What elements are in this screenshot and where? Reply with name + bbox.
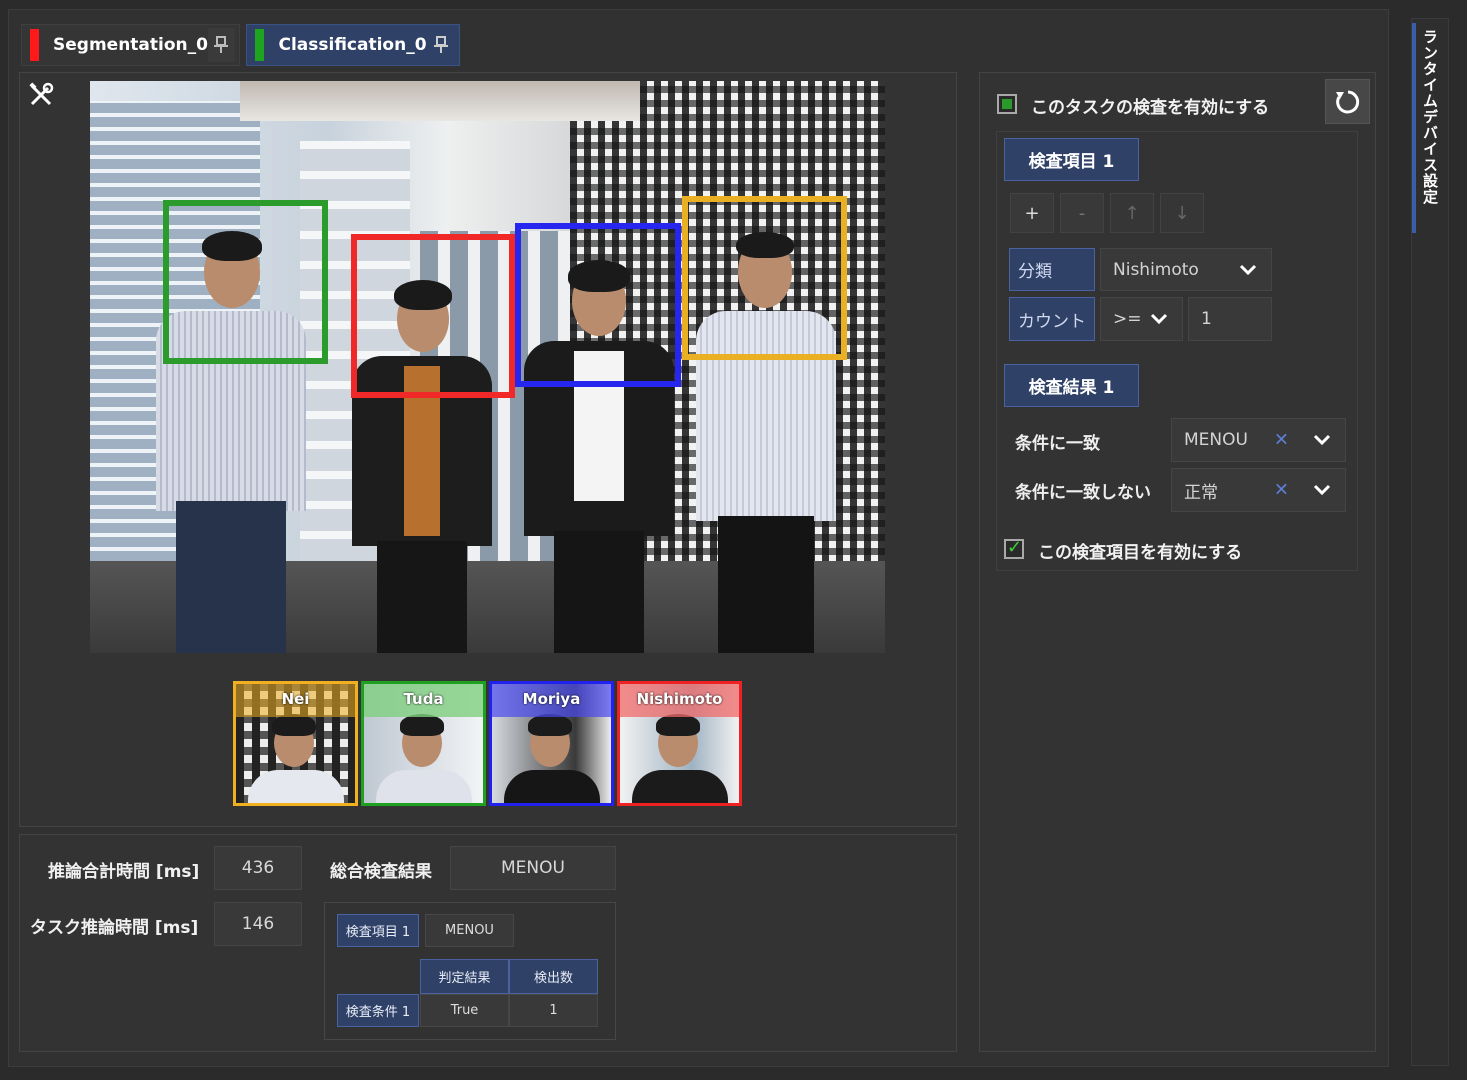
nomatch-result-select[interactable]: 正常 ✕ [1171, 468, 1346, 512]
move-up-button[interactable]: ↑ [1110, 193, 1154, 233]
total-time-label: 推論合計時間 [ms] [48, 862, 200, 882]
tab-color-marker [255, 29, 265, 61]
chevron-down-icon [1239, 264, 1257, 275]
thumbnail-label: Nishimoto [636, 690, 723, 708]
thumbnail-label: Tuda [403, 690, 444, 708]
chevron-down-icon [1313, 434, 1331, 446]
condition-count: 1 [509, 994, 598, 1027]
ceiling [240, 81, 640, 121]
result-item-label: 検査項目 1 [337, 914, 419, 947]
match-label: 条件に一致 [1015, 434, 1100, 454]
chevron-down-icon [1150, 313, 1168, 325]
tab-segmentation[interactable]: Segmentation_0 [21, 24, 240, 66]
condition-label: 検査条件 1 [337, 994, 419, 1027]
pin-icon[interactable] [426, 28, 455, 62]
detection-box[interactable] [682, 196, 847, 360]
reset-icon [1335, 90, 1359, 113]
thumbnail-moriya[interactable]: Moriya [489, 681, 614, 806]
inspection-photo[interactable] [90, 81, 885, 653]
tools-icon[interactable] [28, 82, 54, 108]
nomatch-result-value: 正常 [1184, 482, 1218, 503]
reset-button[interactable] [1325, 79, 1370, 124]
total-time-value: 436 [214, 846, 302, 890]
class-select-value: Nishimoto [1113, 259, 1199, 280]
chevron-down-icon [1313, 484, 1331, 496]
tab-accent [1412, 23, 1416, 233]
remove-button[interactable]: - [1060, 193, 1104, 233]
runtime-device-settings-tab[interactable]: ランタイムデバイス設定 [1411, 18, 1449, 1066]
thumbnail-label: Moriya [522, 690, 581, 708]
enable-task-label: このタスクの検査を有効にする [1031, 98, 1270, 118]
nomatch-label: 条件に一致しない [1015, 483, 1151, 503]
thumbnail-nishimoto[interactable]: Nishimoto [617, 681, 742, 806]
count-value-input[interactable]: 1 [1188, 297, 1272, 341]
condition-result: True [420, 994, 509, 1027]
detection-box[interactable] [515, 223, 681, 387]
overall-result-value: MENOU [450, 846, 616, 890]
clear-icon[interactable]: ✕ [1274, 480, 1289, 501]
enable-item-label: この検査項目を有効にする [1038, 543, 1243, 563]
tab-label: Classification_0 [278, 35, 427, 55]
count-operator-value: >= [1113, 309, 1142, 329]
enable-item-checkbox[interactable]: ✓ [1004, 537, 1024, 559]
add-button[interactable]: + [1010, 193, 1054, 233]
enable-task-checkbox[interactable] [997, 94, 1017, 114]
side-tab-label: ランタイムデバイス設定 [1421, 29, 1439, 205]
clear-icon[interactable]: ✕ [1274, 430, 1289, 451]
tab-classification[interactable]: Classification_0 [246, 24, 460, 66]
thumbnail-nei[interactable]: Nei [233, 681, 358, 806]
thumbnail-label: Nei [281, 690, 310, 708]
count-operator-select[interactable]: >= [1100, 297, 1183, 341]
detection-box[interactable] [351, 234, 515, 398]
task-time-label: タスク推論時間 [ms] [30, 918, 199, 938]
task-time-value: 146 [214, 902, 302, 946]
count-field-label: カウント [1009, 297, 1095, 341]
col-count-header: 検出数 [509, 959, 598, 994]
move-down-button[interactable]: ↓ [1160, 193, 1204, 233]
col-judgement-header: 判定結果 [420, 959, 509, 994]
class-field-label: 分類 [1009, 248, 1095, 291]
overall-result-label: 総合検査結果 [330, 862, 432, 882]
inspection-item-header[interactable]: 検査項目 1 [1004, 138, 1139, 181]
inspection-result-header[interactable]: 検査結果 1 [1004, 364, 1139, 407]
match-result-select[interactable]: MENOU ✕ [1171, 418, 1346, 462]
class-select[interactable]: Nishimoto [1100, 248, 1272, 291]
detection-box[interactable] [163, 200, 328, 364]
tab-color-marker [30, 29, 40, 61]
result-item-value: MENOU [425, 914, 514, 947]
pin-icon[interactable] [207, 28, 235, 62]
match-result-value: MENOU [1184, 430, 1248, 450]
tab-label: Segmentation_0 [53, 35, 208, 55]
thumbnail-tuda[interactable]: Tuda [361, 681, 486, 806]
